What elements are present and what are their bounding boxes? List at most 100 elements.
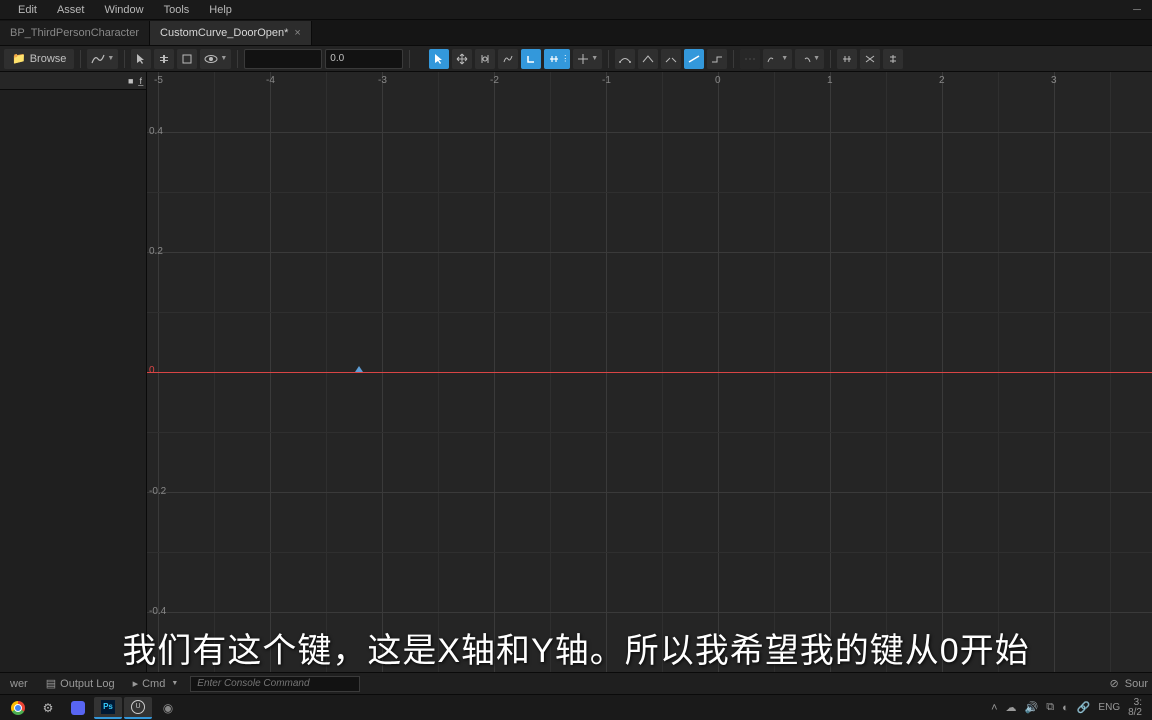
tab-label: BP_ThirdPersonCharacter xyxy=(10,27,139,39)
curve-graph-canvas[interactable]: -5 -4 -3 -2 -1 0 1 2 3 0.4 0.2 -0.2 -0.4… xyxy=(147,72,1152,672)
tray-link-icon[interactable]: 🔗 xyxy=(1077,701,1091,714)
chevron-down-icon: ▼ xyxy=(171,680,178,687)
curve-editor-toolbar: 📁 Browse ▼ ▼ ⋮ ▼ xyxy=(0,46,1152,72)
curve-list-header: ■ f̲ xyxy=(0,72,146,90)
menu-window[interactable]: Window xyxy=(94,4,153,16)
taskbar-discord[interactable] xyxy=(64,697,92,719)
taskbar-obs[interactable]: ◉ xyxy=(154,697,182,719)
x-tick-0: 0 xyxy=(715,75,721,86)
chrome-icon xyxy=(11,701,25,715)
warning-icon[interactable]: ⊘ xyxy=(1110,677,1119,690)
interp-constant-button[interactable] xyxy=(707,49,727,69)
filter-button[interactable] xyxy=(883,49,903,69)
cmd-dropdown[interactable]: ▸ Cmd ▼ xyxy=(127,677,185,690)
y-tick-p04: 0.4 xyxy=(149,126,163,137)
tab-custom-curve[interactable]: CustomCurve_DoorOpen* × xyxy=(150,21,312,45)
taskbar-app1[interactable]: ⚙ xyxy=(34,697,62,719)
menu-asset[interactable]: Asset xyxy=(47,4,95,16)
interp-cubic-break-button[interactable] xyxy=(661,49,681,69)
x-tick-2: 2 xyxy=(939,75,945,86)
y-tick-m02: -0.2 xyxy=(149,486,166,497)
log-icon: ▤ xyxy=(46,677,56,690)
select-mode-button[interactable] xyxy=(429,49,449,69)
tab-close-icon[interactable]: × xyxy=(294,27,300,39)
pin-icon[interactable]: ■ xyxy=(128,76,133,86)
tray-language[interactable]: ENG xyxy=(1098,702,1120,713)
selection-tool[interactable] xyxy=(131,49,151,69)
tray-time[interactable]: 3: xyxy=(1128,698,1142,708)
browse-label: Browse xyxy=(30,53,67,65)
taskbar-chrome[interactable] xyxy=(4,697,32,719)
interp-cubic-auto-button[interactable] xyxy=(615,49,635,69)
y-zero-label: 0 xyxy=(149,365,155,376)
x-tick-m4: -4 xyxy=(266,75,275,86)
x-tick-m1: -1 xyxy=(602,75,611,86)
browse-button[interactable]: 📁 Browse xyxy=(4,49,74,69)
x-tick-1: 1 xyxy=(827,75,833,86)
straighten-button[interactable] xyxy=(860,49,880,69)
window-minimize[interactable]: ─ xyxy=(1122,0,1152,20)
curve-list-panel: ■ f̲ xyxy=(0,72,147,672)
visibility-dropdown[interactable]: ▼ xyxy=(200,49,231,69)
tray-volume-icon[interactable]: 🔊 xyxy=(1025,701,1039,714)
tray-date[interactable]: 8/2 xyxy=(1128,708,1142,718)
discord-icon xyxy=(71,701,85,715)
pre-infinity-dropdown[interactable]: ▼ xyxy=(763,49,792,69)
time-input[interactable] xyxy=(244,49,322,69)
time-align-button[interactable] xyxy=(475,49,495,69)
photoshop-icon: Ps xyxy=(101,700,115,714)
tab-label: CustomCurve_DoorOpen* xyxy=(160,27,288,39)
console-command-input[interactable] xyxy=(190,676,360,692)
tab-bp-character[interactable]: BP_ThirdPersonCharacter xyxy=(0,21,150,45)
taskbar-photoshop[interactable]: Ps xyxy=(94,697,122,719)
unreal-icon: U xyxy=(131,700,145,714)
y-tick-p02: 0.2 xyxy=(149,246,163,257)
output-log-tab[interactable]: ▤ Output Log xyxy=(40,677,121,690)
curve-line[interactable] xyxy=(147,372,1152,373)
value-input[interactable] xyxy=(325,49,403,69)
interp-linear-button[interactable] xyxy=(684,49,704,69)
weighted-tangent-button[interactable] xyxy=(740,49,760,69)
value-normalize-button[interactable] xyxy=(498,49,518,69)
flatten-button[interactable] xyxy=(837,49,857,69)
menu-bar: Edit Asset Window Tools Help ─ xyxy=(0,0,1152,20)
windows-taskbar: ⚙ Ps U ◉ ˄ ☁ 🔊 ⧉ ◐ 🔗 ENG 3: 8/2 xyxy=(0,694,1152,720)
chevron-down-icon: ▼ xyxy=(813,55,820,62)
source-control-label[interactable]: Sour xyxy=(1125,678,1148,690)
interp-cubic-user-button[interactable] xyxy=(638,49,658,69)
chevron-down-icon: ▼ xyxy=(781,55,788,62)
folder-icon: 📁 xyxy=(12,52,26,65)
x-tick-m5: -5 xyxy=(154,75,163,86)
gear-icon: ⚙ xyxy=(43,701,54,715)
chevron-down-icon: ▼ xyxy=(220,55,227,62)
menu-tools[interactable]: Tools xyxy=(154,4,200,16)
curve-key[interactable] xyxy=(355,366,363,372)
snap-grid-dropdown[interactable]: ▼ xyxy=(573,49,602,69)
tray-network-icon[interactable]: ⧉ xyxy=(1046,701,1054,714)
chevron-down-icon: ▼ xyxy=(591,55,598,62)
taskbar-unreal[interactable]: U xyxy=(124,697,152,719)
filter-icon[interactable]: f̲ xyxy=(139,76,142,86)
console-icon: ▸ xyxy=(133,677,139,690)
menu-help[interactable]: Help xyxy=(199,4,242,16)
tab-bar: BP_ThirdPersonCharacter CustomCurve_Door… xyxy=(0,20,1152,46)
snap-time-button[interactable] xyxy=(521,49,541,69)
curve-type-dropdown[interactable]: ▼ xyxy=(87,49,118,69)
frame-button[interactable] xyxy=(177,49,197,69)
snap-value-button[interactable]: ⋮ xyxy=(544,49,570,69)
y-tick-m04: -0.4 xyxy=(149,606,166,617)
chevron-down-icon: ▼ xyxy=(107,55,114,62)
x-tick-m3: -3 xyxy=(378,75,387,86)
tray-expand-icon[interactable]: ˄ xyxy=(991,702,997,714)
main-content: ■ f̲ -5 -4 -3 -2 -1 0 1 2 3 0.4 xyxy=(0,72,1152,672)
time-snap-button[interactable] xyxy=(154,49,174,69)
content-drawer-tab[interactable]: wer xyxy=(4,678,34,690)
transform-mode-button[interactable] xyxy=(452,49,472,69)
tray-nvidia-icon[interactable]: ◐ xyxy=(1062,702,1069,714)
system-tray: ˄ ☁ 🔊 ⧉ ◐ 🔗 ENG 3: 8/2 xyxy=(985,698,1148,718)
menu-edit[interactable]: Edit xyxy=(8,4,47,16)
obs-icon: ◉ xyxy=(163,701,173,715)
x-tick-3: 3 xyxy=(1051,75,1057,86)
tray-cloud-icon[interactable]: ☁ xyxy=(1006,701,1017,714)
post-infinity-dropdown[interactable]: ▼ xyxy=(795,49,824,69)
